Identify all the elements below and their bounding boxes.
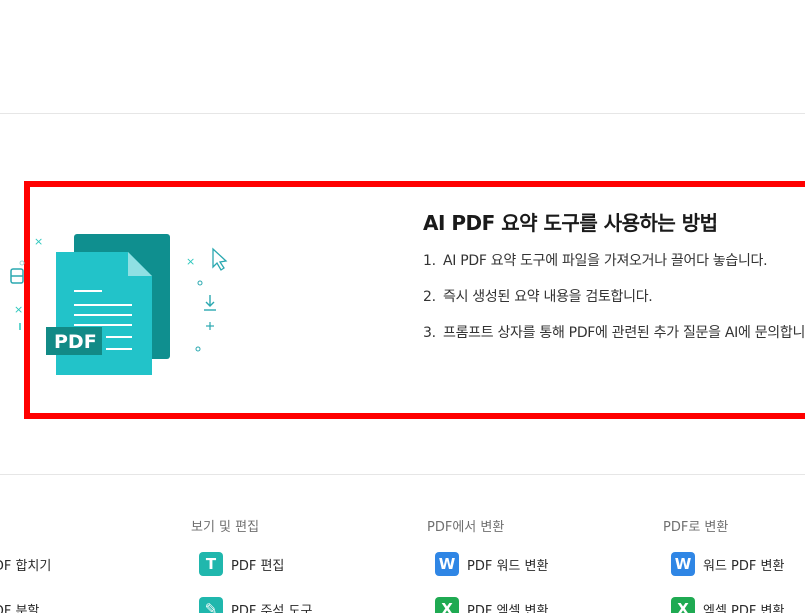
sparkle-icon: × bbox=[34, 235, 43, 248]
dot-icon bbox=[195, 346, 201, 352]
step-2: 2. 즉시 생성된 요약 내용을 검토합니다. bbox=[423, 289, 653, 305]
dot-icon bbox=[197, 280, 203, 286]
sparkle-icon: × bbox=[186, 255, 195, 268]
excel-icon: X bbox=[671, 597, 695, 613]
howto-steps: 1. AI PDF 요약 도구에 파일을 가져오거나 끌어다 놓습니다. 2. 즉시… bbox=[423, 251, 805, 359]
footer-link-merge-pdf[interactable]: PDF 합치기 bbox=[0, 551, 51, 577]
footer-tools-nav: PDF 합치기 PDF 분할 보기 및 편집 T PDF 편집 ✎ PDF 주석… bbox=[0, 476, 805, 613]
howto-section: × × PDF × AI PDF 요약 도구를 사용하는 방법 1. AI PD… bbox=[0, 115, 805, 475]
footer-link-excel-to-pdf[interactable]: X 엑셀 PDF 변환 bbox=[671, 596, 784, 613]
footer-heading-convert-from-pdf: PDF에서 변환 bbox=[427, 520, 505, 535]
howto-title: AI PDF 요약 도구를 사용하는 방법 bbox=[423, 211, 718, 235]
step-3: 3. 프롬프트 상자를 통해 PDF에 관련된 추가 질문을 AI에 문의합니다. bbox=[423, 325, 805, 341]
word-icon: W bbox=[671, 552, 695, 576]
footer-link-word-to-pdf[interactable]: W 워드 PDF 변환 bbox=[671, 551, 784, 577]
pdf-document-icon: × × PDF × bbox=[10, 234, 228, 377]
word-icon: W bbox=[435, 552, 459, 576]
footer-link-pdf-annotate[interactable]: ✎ PDF 주석 도구 bbox=[199, 596, 312, 613]
cursor-icon bbox=[212, 247, 228, 271]
download-icon bbox=[204, 295, 216, 311]
top-blank-area bbox=[0, 0, 805, 114]
footer-heading-view-edit: 보기 및 편집 bbox=[191, 520, 260, 535]
pdf-illustration: × × PDF × bbox=[0, 205, 240, 377]
plus-icon bbox=[206, 322, 214, 330]
footer-link-pdf-edit[interactable]: T PDF 편집 bbox=[199, 551, 284, 577]
pdf-annotate-icon: ✎ bbox=[199, 597, 223, 613]
footer-link-pdf-to-excel[interactable]: X PDF 엑셀 변환 bbox=[435, 596, 548, 613]
pdf-badge-text: PDF bbox=[54, 331, 97, 353]
pdf-edit-icon: T bbox=[199, 552, 223, 576]
footer-link-pdf-to-word[interactable]: W PDF 워드 변환 bbox=[435, 551, 548, 577]
footer-link-split-pdf[interactable]: PDF 분할 bbox=[0, 596, 39, 613]
left-partial-icon bbox=[10, 268, 24, 284]
step-1: 1. AI PDF 요약 도구에 파일을 가져오거나 끌어다 놓습니다. bbox=[423, 253, 768, 269]
excel-icon: X bbox=[435, 597, 459, 613]
footer-heading-convert-to-pdf: PDF로 변환 bbox=[663, 520, 729, 535]
sparkle-icon: × bbox=[14, 303, 23, 316]
dot-icon bbox=[19, 260, 25, 266]
